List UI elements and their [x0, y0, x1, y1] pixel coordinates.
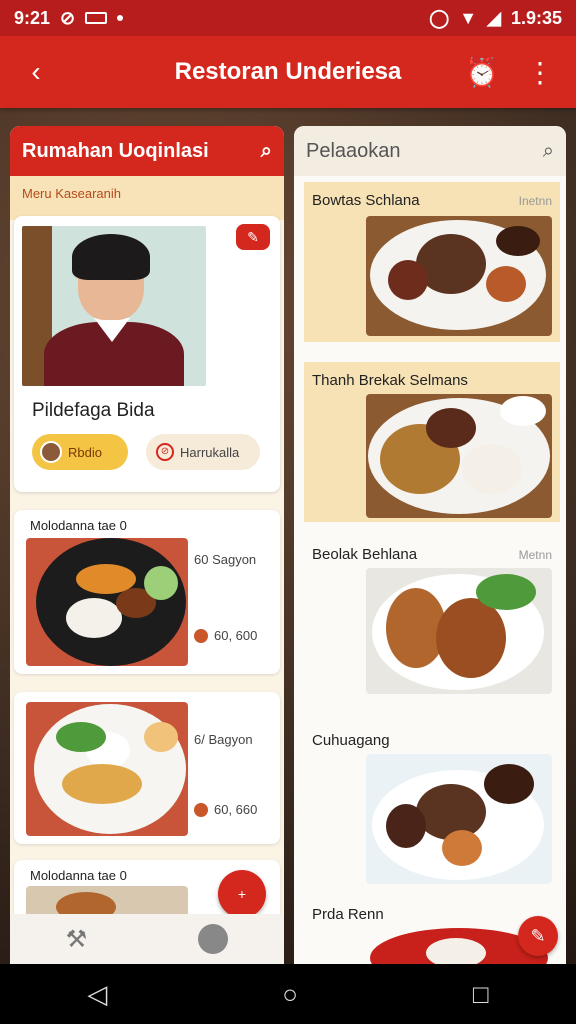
menu-item[interactable]: Cuhuagang	[304, 718, 560, 888]
dish-tag: 60 Sagyon	[194, 552, 256, 567]
status-clock: 1.9:35	[510, 7, 562, 28]
menu-item[interactable]: Beolak Behlana Metnn	[304, 538, 560, 698]
menu-item-image	[366, 216, 552, 336]
wifi-icon: ▼	[459, 7, 478, 28]
nav-recents-icon[interactable]: □	[473, 979, 489, 1010]
dot-icon	[117, 15, 124, 21]
coin-icon	[194, 802, 208, 817]
dish-title: Molodanna tae 0	[30, 518, 127, 533]
menu-item-title: Bowtas Schlana	[312, 192, 420, 209]
search-icon[interactable]: ⌕	[261, 140, 272, 163]
back-arrow-icon[interactable]: ‹	[18, 56, 54, 88]
menu-item-meta: Inetnn	[518, 194, 552, 208]
shield-icon: ◯	[429, 7, 450, 28]
menu-item[interactable]: Thanh Brekak Selmans	[304, 362, 560, 522]
sim-icon	[85, 12, 108, 24]
avatar	[40, 441, 62, 463]
left-panel-subheader: Meru Kasearanih	[10, 176, 284, 220]
dish-tag-label: 60 Sagyon	[194, 552, 257, 567]
dish-title: Molodanna tae 0	[30, 868, 127, 883]
status-bar: 9:21 ⊘ ◯ ▼ ◢ 1.9:35	[0, 0, 576, 36]
dish-image	[26, 702, 188, 836]
coin-icon	[194, 628, 208, 643]
dish-price: 60, 600	[194, 628, 257, 643]
menu-item-title: Beolak Behlana	[312, 546, 418, 563]
dish-price-label: 60, 660	[214, 802, 258, 817]
profile-photo	[22, 226, 206, 386]
profile-name: Pildefaga Bida	[32, 400, 155, 421]
right-panel-header: Pelaaokan ⌕	[294, 126, 566, 176]
user-avatar-icon[interactable]	[198, 924, 229, 954]
profile-card[interactable]: ✎ Pildefaga Bida Rbdio ⊘ Harrukalla	[14, 216, 280, 492]
search-icon[interactable]: ⌕	[543, 140, 554, 163]
dish-price-label: 60, 600	[214, 628, 258, 643]
nav-back-icon[interactable]: ◁	[87, 979, 107, 1010]
status-time: 9:21	[14, 7, 51, 28]
chef-icon[interactable]: ⚒	[66, 925, 88, 954]
app-bar: ‹ Restoran Underiesa ⏰ ⋮	[0, 36, 576, 108]
menu-item-title: Thanh Brekak Selmans	[312, 372, 468, 389]
right-panel: Pelaaokan ⌕ Bowtas Schlana Inetnn Thanh …	[294, 126, 566, 964]
system-nav-bar: ◁ ○ □	[0, 964, 576, 1024]
dish-card[interactable]: Molodanna tae 0 60 Sagyon 60, 600	[14, 510, 280, 674]
menu-item-image	[366, 754, 552, 884]
left-panel: Rumahan Uoqinlasi ⌕ Meru Kasearanih ✎ Pi…	[10, 126, 284, 964]
menu-item-title: Prda Renn	[312, 906, 384, 923]
left-panel-title: Rumahan Uoqinlasi	[22, 139, 209, 162]
pencil-icon: ✎	[530, 926, 546, 946]
secondary-pill-label: Harrukalla	[180, 444, 240, 460]
primary-pill-button[interactable]: Rbdio	[32, 434, 128, 470]
edit-fab-button[interactable]: ✎	[518, 916, 558, 956]
signal-icon: ◢	[487, 7, 501, 28]
right-panel-title: Pelaaokan	[306, 139, 401, 162]
left-panel-header: Rumahan Uoqinlasi ⌕	[10, 126, 284, 176]
left-bottom-bar: ⚒	[10, 914, 284, 964]
no-icon: ⊘	[156, 443, 174, 461]
add-fab-button[interactable]: +	[218, 870, 266, 918]
primary-pill-label: Rbdio	[68, 444, 102, 460]
dish-tag: 6/ Bagyon	[194, 732, 253, 747]
dish-card[interactable]: 6/ Bagyon 60, 660	[14, 692, 280, 844]
notification-icon: ⊘	[60, 7, 76, 28]
nav-home-icon[interactable]: ○	[282, 979, 298, 1010]
secondary-pill-button[interactable]: ⊘ Harrukalla	[146, 434, 260, 470]
menu-item-image	[366, 394, 552, 518]
dish-image	[26, 538, 188, 666]
alarm-icon[interactable]: ⏰	[464, 56, 500, 89]
more-vert-icon[interactable]: ⋮	[522, 56, 558, 89]
fab-label: +	[237, 886, 247, 902]
chat-icon[interactable]: ✎	[236, 224, 270, 250]
dish-tag-label: 6/ Bagyon	[194, 732, 253, 747]
menu-item-title: Cuhuagang	[312, 732, 390, 749]
menu-item-image	[366, 568, 552, 694]
dish-price: 60, 660	[194, 802, 257, 817]
menu-item[interactable]: Bowtas Schlana Inetnn	[304, 182, 560, 342]
menu-item-meta: Metnn	[518, 548, 552, 562]
